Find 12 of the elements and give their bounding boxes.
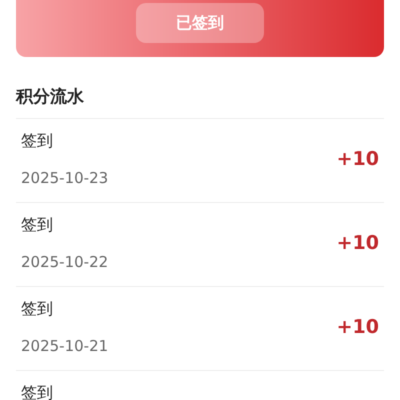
record-title: 签到 <box>21 130 54 152</box>
section-title: 积分流水 <box>16 86 85 109</box>
checked-in-button[interactable]: 已签到 <box>136 3 264 43</box>
record-points: +10 <box>336 148 379 170</box>
record-points: +10 <box>336 316 379 338</box>
record-date: 2025-10-21 <box>21 336 108 357</box>
record-points: +10 <box>336 232 379 254</box>
record-title: 签到 <box>21 214 54 236</box>
record-date: 2025-10-23 <box>21 168 108 189</box>
record-title: 签到 <box>21 382 53 400</box>
record-date: 2025-10-22 <box>21 252 108 273</box>
record-title: 签到 <box>21 298 54 320</box>
